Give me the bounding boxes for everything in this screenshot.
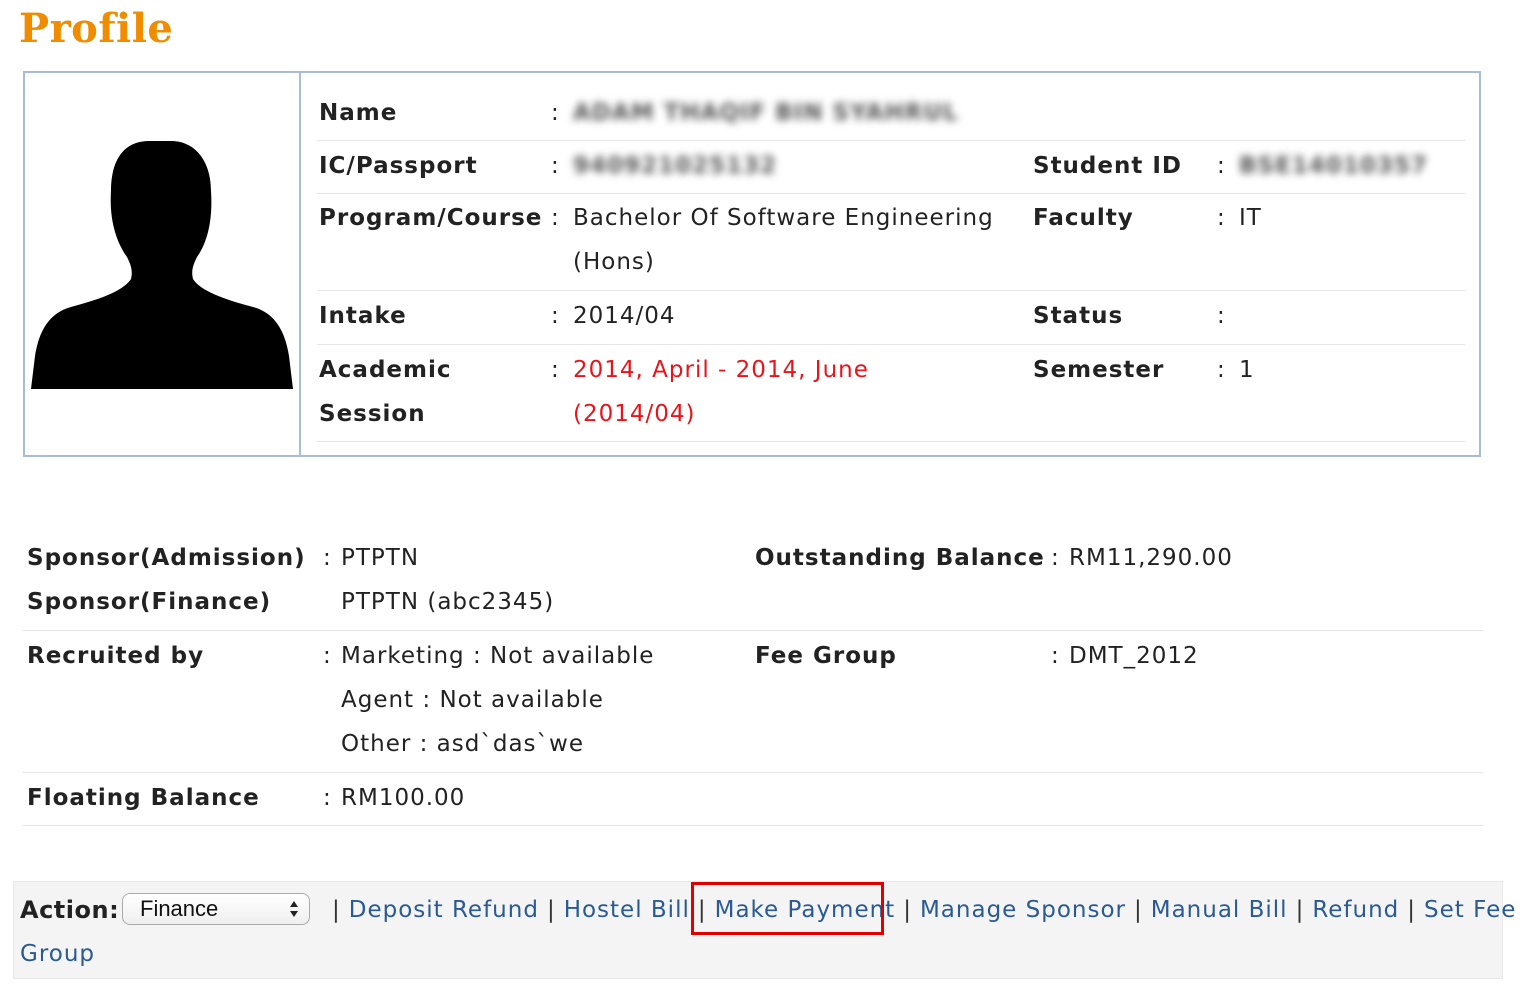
intake-label: Intake xyxy=(319,303,407,329)
row-intake: Intake : 2014/04 Status : xyxy=(317,290,1465,345)
faculty-colon: : xyxy=(1217,205,1226,231)
outstanding-label: Outstanding Balance xyxy=(755,545,1045,571)
recruited-other: Other : asd`das`we xyxy=(341,731,584,757)
action-select[interactable]: Finance xyxy=(122,893,310,925)
name-value-text: ADAM THAQIF BIN SYAHRUL xyxy=(573,100,959,126)
academic-label-line2: Session xyxy=(319,401,426,427)
program-value-line1: Bachelor Of Software Engineering xyxy=(573,205,994,231)
refund-link[interactable]: Refund xyxy=(1312,897,1399,923)
academic-label-line1: Academic xyxy=(319,357,452,383)
status-label: Status xyxy=(1033,303,1124,329)
floating-label: Floating Balance xyxy=(27,785,260,811)
recruited-colon: : xyxy=(323,643,332,669)
recruited-marketing: Marketing : Not available xyxy=(341,643,655,669)
student-id-value-text: BSE14010357 xyxy=(1239,153,1428,179)
profile-box: Name : ADAM THAQIF BIN SYAHRUL IC/Passpo… xyxy=(23,71,1481,457)
sponsor-finance-value: PTPTN (abc2345) xyxy=(341,589,555,615)
ic-value: 940921025132 xyxy=(573,144,777,188)
row-sponsor: Sponsor(Admission) : PTPTN Sponsor(Finan… xyxy=(23,536,1483,631)
sponsor-admission-colon: : xyxy=(323,545,332,571)
separator: | xyxy=(332,897,341,923)
student-id-colon: : xyxy=(1217,153,1226,179)
separator: | xyxy=(1295,897,1305,923)
action-label: Action: xyxy=(20,896,120,924)
sponsor-admission-label: Sponsor(Admission) xyxy=(27,545,306,571)
program-value-line2: (Hons) xyxy=(573,249,655,275)
action-links-line1: | Deposit Refund | Hostel Bill | Make Payment… xyxy=(332,888,1516,932)
sponsor-finance-label: Sponsor(Finance) xyxy=(27,589,272,615)
up-down-arrows-icon xyxy=(290,901,298,917)
page-title: Profile xyxy=(19,5,174,52)
name-label: Name xyxy=(319,100,398,126)
semester-value: 1 xyxy=(1239,357,1255,383)
manage-sponsor-link[interactable]: Manage Sponsor xyxy=(920,897,1126,923)
row-floating: Floating Balance : RM100.00 xyxy=(23,772,1483,826)
separator: | xyxy=(546,897,556,923)
student-id-value: BSE14010357 xyxy=(1239,144,1428,188)
floating-value: RM100.00 xyxy=(341,785,466,811)
set-fee-group-link[interactable]: Set Fee xyxy=(1424,897,1516,923)
name-colon: : xyxy=(551,100,560,126)
fee-group-colon: : xyxy=(1051,643,1060,669)
separator: | xyxy=(1407,897,1417,923)
outstanding-colon: : xyxy=(1051,545,1060,571)
floating-colon: : xyxy=(323,785,332,811)
make-payment-highlight xyxy=(691,882,884,935)
avatar-silhouette-icon xyxy=(31,141,293,389)
outstanding-value: RM11,290.00 xyxy=(1069,545,1233,571)
row-name: Name : ADAM THAQIF BIN SYAHRUL xyxy=(317,89,1465,141)
row-recruited: Recruited by : Marketing : Not available… xyxy=(23,630,1483,773)
photo-cell xyxy=(25,73,301,455)
separator: | xyxy=(1133,897,1143,923)
status-colon: : xyxy=(1217,303,1226,329)
action-links-line2: Group xyxy=(20,932,95,976)
profile-page: Profile Name : ADAM THAQIF BIN SYAHRUL I… xyxy=(0,0,1531,1007)
program-label: Program/Course xyxy=(319,205,543,231)
semester-colon: : xyxy=(1217,357,1226,383)
deposit-refund-link[interactable]: Deposit Refund xyxy=(349,897,539,923)
recruited-label: Recruited by xyxy=(27,643,205,669)
action-bar: Action: Finance | Deposit Refund | Hostel B… xyxy=(13,881,1515,979)
ic-label: IC/Passport xyxy=(319,153,478,179)
academic-colon: : xyxy=(551,357,560,383)
row-program: Program/Course : Bachelor Of Software En… xyxy=(317,193,1465,291)
separator: | xyxy=(903,897,912,923)
sponsor-admission-value: PTPTN xyxy=(341,545,420,571)
faculty-value: IT xyxy=(1239,205,1262,231)
row-academic: Academic Session : 2014, April - 2014, J… xyxy=(317,344,1465,442)
manual-bill-link[interactable]: Manual Bill xyxy=(1151,897,1288,923)
hostel-bill-link[interactable]: Hostel Bill xyxy=(564,897,690,923)
set-fee-group-link-continued[interactable]: Group xyxy=(20,941,95,967)
fee-group-label: Fee Group xyxy=(755,643,897,669)
name-value: ADAM THAQIF BIN SYAHRUL xyxy=(573,91,959,135)
academic-value-line2: (2014/04) xyxy=(573,401,696,427)
row-ic: IC/Passport : 940921025132 Student ID : … xyxy=(317,140,1465,194)
fee-group-value: DMT_2012 xyxy=(1069,643,1199,669)
intake-colon: : xyxy=(551,303,560,329)
semester-label: Semester xyxy=(1033,357,1165,383)
intake-value: 2014/04 xyxy=(573,303,676,329)
action-select-value: Finance xyxy=(140,896,219,921)
faculty-label: Faculty xyxy=(1033,205,1134,231)
ic-colon: : xyxy=(551,153,560,179)
program-colon: : xyxy=(551,205,560,231)
student-id-label: Student ID xyxy=(1033,153,1183,179)
academic-value-line1: 2014, April - 2014, June xyxy=(573,357,869,383)
ic-value-text: 940921025132 xyxy=(573,153,778,179)
recruited-agent: Agent : Not available xyxy=(341,687,604,713)
